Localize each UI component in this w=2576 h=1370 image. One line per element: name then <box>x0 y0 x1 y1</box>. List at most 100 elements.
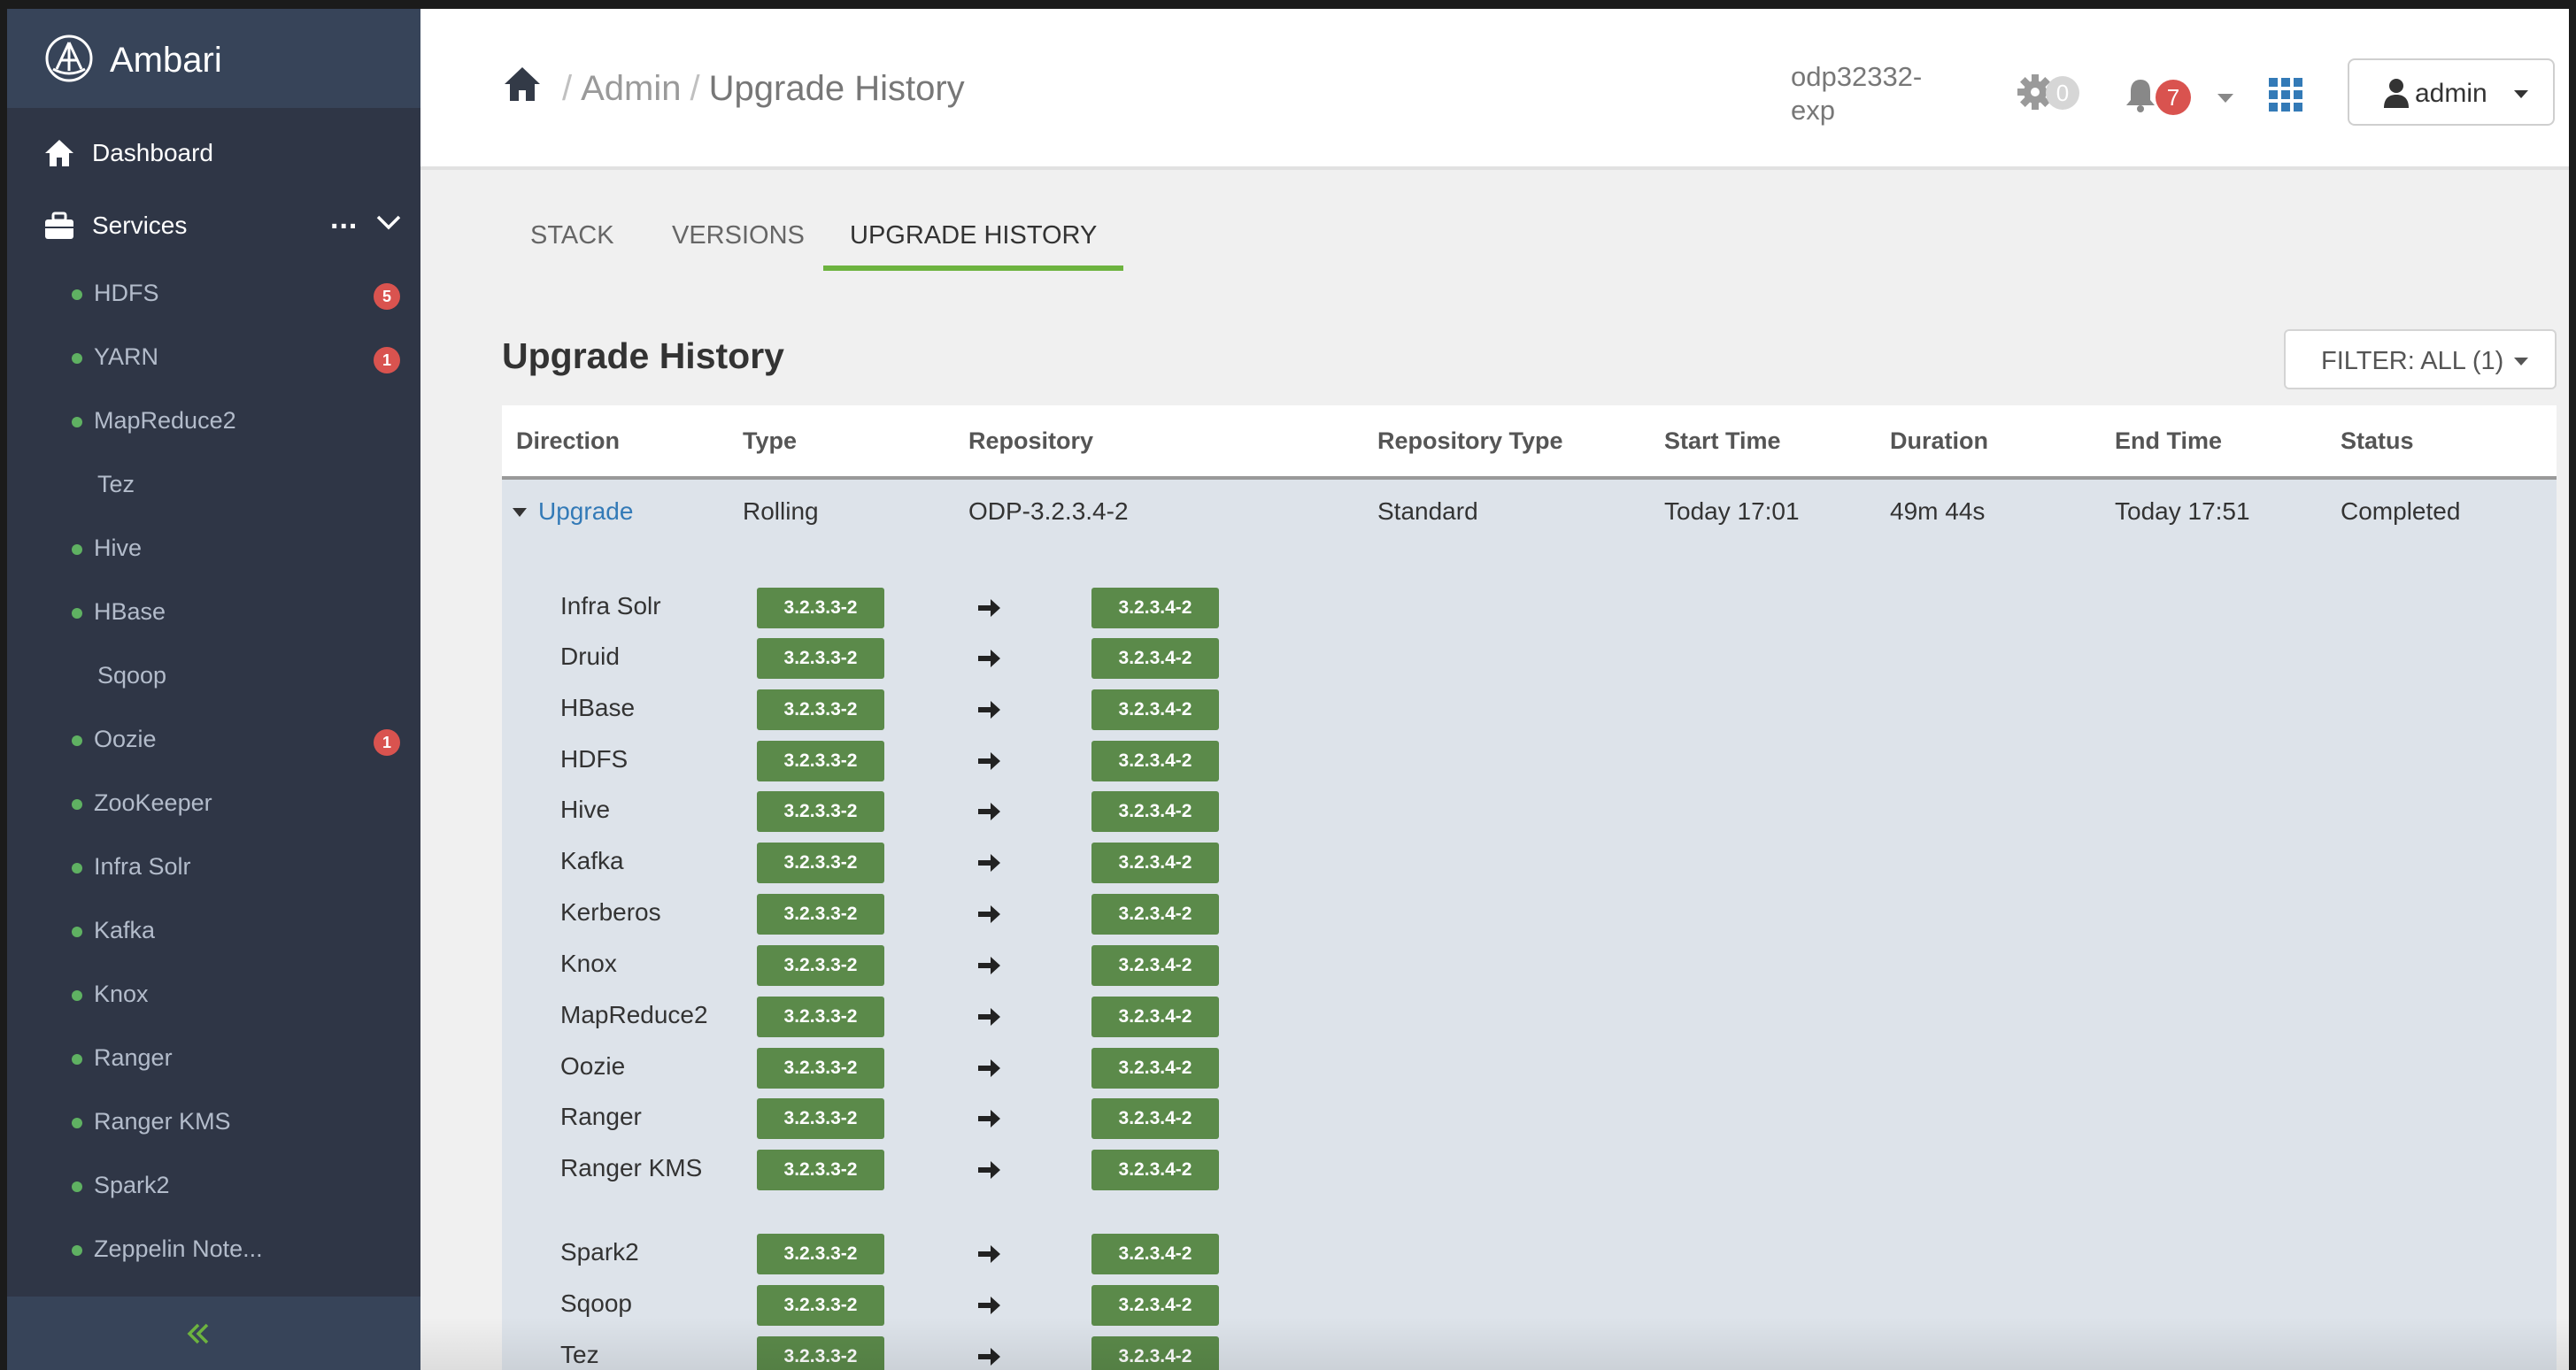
alerts-count-badge[interactable]: 7 <box>2156 80 2191 115</box>
row-direction-link[interactable]: Upgrade <box>538 496 633 527</box>
sidebar-item-label: Services <box>92 212 188 239</box>
from-version-badge: 3.2.3.3-2 <box>757 997 884 1037</box>
component-row: Spark2 3.2.3.3-2 3.2.3.4-2 <box>502 1234 1387 1285</box>
tab-versions[interactable]: VERSIONS <box>672 214 805 271</box>
sidebar-item-label: Knox <box>94 981 149 1007</box>
background-ops-count-badge[interactable]: 0 <box>2046 76 2079 110</box>
to-version-badge: 3.2.3.4-2 <box>1091 945 1219 986</box>
component-name: HBase <box>560 694 636 721</box>
tab-upgrade-history[interactable]: UPGRADE HISTORY <box>823 214 1124 271</box>
component-row: Druid 3.2.3.3-2 3.2.3.4-2 <box>502 638 1387 689</box>
sidebar-item-service[interactable]: Infra Solr <box>7 835 420 899</box>
user-menu-button[interactable]: admin <box>2348 58 2555 126</box>
row-repository: ODP-3.2.3.4-2 <box>968 497 1129 525</box>
sidebar-item-label: Hive <box>94 535 143 561</box>
sidebar-item-service[interactable]: Ranger KMS <box>7 1090 420 1154</box>
component-row: Tez 3.2.3.3-2 3.2.3.4-2 <box>502 1336 1387 1370</box>
arrow-right-icon <box>978 1161 1000 1179</box>
sidebar-item-label: ZooKeeper <box>94 789 212 816</box>
sidebar-item-service[interactable]: HBase <box>7 581 420 644</box>
status-dot-icon <box>72 927 82 937</box>
breadcrumb-admin[interactable]: Admin <box>581 69 681 108</box>
sidebar-item-label: Dashboard <box>92 139 213 166</box>
sidebar-item-service[interactable]: MapReduce2 <box>7 389 420 453</box>
sidebar-item-service[interactable]: Ranger <box>7 1027 420 1090</box>
row-end-time: Today 17:51 <box>2115 497 2250 525</box>
collapse-sidebar-icon[interactable] <box>181 1316 216 1351</box>
arrow-right-icon <box>978 957 1000 974</box>
to-version-badge: 3.2.3.4-2 <box>1091 1285 1219 1326</box>
sidebar-item-label: Zeppelin Note... <box>94 1235 263 1262</box>
col-repository: Repository <box>968 427 1094 454</box>
component-row: MapReduce2 3.2.3.3-2 3.2.3.4-2 <box>502 997 1387 1048</box>
status-dot-icon <box>72 544 82 555</box>
component-name: Oozie <box>560 1052 626 1080</box>
sidebar-item-services[interactable]: Services ... <box>7 195 420 257</box>
component-name: Sqoop <box>560 1289 632 1317</box>
expand-caret-icon[interactable] <box>513 508 527 517</box>
component-row: Hive 3.2.3.3-2 3.2.3.4-2 <box>502 791 1387 843</box>
component-row: Oozie 3.2.3.3-2 3.2.3.4-2 <box>502 1048 1387 1099</box>
sidebar-item-service[interactable]: Knox <box>7 963 420 1027</box>
component-name: Ranger <box>560 1103 642 1130</box>
main-content: /Admin/Upgrade History odp32332-exp 0 <box>420 9 2569 1370</box>
col-direction: Direction <box>516 427 621 454</box>
chevron-down-icon[interactable] <box>375 212 402 232</box>
alert-count-badge[interactable]: 1 <box>374 729 400 756</box>
status-dot-icon <box>72 417 82 427</box>
sidebar-item-label: HBase <box>94 598 166 625</box>
upgrade-history-table: Direction Type Repository Repository Typ… <box>502 405 2557 1370</box>
page-title: Upgrade History <box>502 335 784 376</box>
alert-count-badge[interactable]: 1 <box>374 347 400 373</box>
status-dot-icon <box>72 799 82 810</box>
arrow-right-icon <box>978 1245 1000 1263</box>
to-version-badge: 3.2.3.4-2 <box>1091 638 1219 679</box>
to-version-badge: 3.2.3.4-2 <box>1091 689 1219 730</box>
sidebar-item-label: Kafka <box>94 917 156 943</box>
component-name: Spark2 <box>560 1238 639 1266</box>
sidebar-item-service[interactable]: YARN 1 <box>7 326 420 389</box>
component-row: Sqoop 3.2.3.3-2 3.2.3.4-2 <box>502 1285 1387 1336</box>
bell-icon[interactable] <box>2122 76 2159 113</box>
breadcrumb-home-icon[interactable] <box>502 64 543 104</box>
to-version-badge: 3.2.3.4-2 <box>1091 588 1219 628</box>
status-dot-icon <box>72 608 82 619</box>
arrow-right-icon <box>978 1297 1000 1314</box>
sidebar-header[interactable]: Ambari <box>7 9 420 108</box>
status-dot-icon <box>72 353 82 364</box>
sidebar-item-service[interactable]: Spark2 <box>7 1154 420 1218</box>
filter-dropdown[interactable]: FILTER: ALL (1) <box>2284 329 2557 389</box>
sidebar-item-label: Infra Solr <box>94 853 191 880</box>
brand-name: Ambari <box>110 41 222 80</box>
sidebar-item-label: Sqoop <box>97 662 167 689</box>
to-version-badge: 3.2.3.4-2 <box>1091 843 1219 883</box>
alerts-caret-icon[interactable] <box>2217 94 2233 103</box>
component-name: Knox <box>560 950 617 977</box>
to-version-badge: 3.2.3.4-2 <box>1091 791 1219 832</box>
to-version-badge: 3.2.3.4-2 <box>1091 1150 1219 1190</box>
table-header: Direction Type Repository Repository Typ… <box>502 405 2557 480</box>
sidebar-item-service[interactable]: Tez <box>7 453 420 517</box>
to-version-badge: 3.2.3.4-2 <box>1091 1098 1219 1139</box>
sidebar-item-service[interactable]: Sqoop <box>7 644 420 708</box>
services-more-button[interactable]: ... <box>330 202 358 236</box>
alert-count-badge[interactable]: 5 <box>374 283 400 310</box>
arrow-right-icon <box>978 701 1000 719</box>
tab-stack[interactable]: STACK <box>530 214 614 271</box>
sidebar-item-service[interactable]: Zeppelin Note... <box>7 1218 420 1281</box>
sidebar-item-service[interactable]: Hive <box>7 517 420 581</box>
sidebar-item-service[interactable]: Oozie 1 <box>7 708 420 772</box>
breadcrumb-separator: / <box>562 69 573 108</box>
apps-grid-icon[interactable] <box>2267 76 2304 113</box>
top-bar: /Admin/Upgrade History odp32332-exp 0 <box>420 9 2569 170</box>
status-dot-icon <box>72 735 82 746</box>
ambari-logo-icon <box>45 35 93 82</box>
sidebar-item-service[interactable]: HDFS 5 <box>7 262 420 326</box>
sidebar-item-service[interactable]: Kafka <box>7 899 420 963</box>
arrow-right-icon <box>978 599 1000 617</box>
sidebar-item-dashboard[interactable]: Dashboard <box>7 122 420 184</box>
arrow-right-icon <box>978 1059 1000 1077</box>
sidebar-item-service[interactable]: ZooKeeper <box>7 772 420 835</box>
sidebar-item-label: Ranger <box>94 1044 173 1071</box>
arrow-right-icon <box>978 905 1000 923</box>
